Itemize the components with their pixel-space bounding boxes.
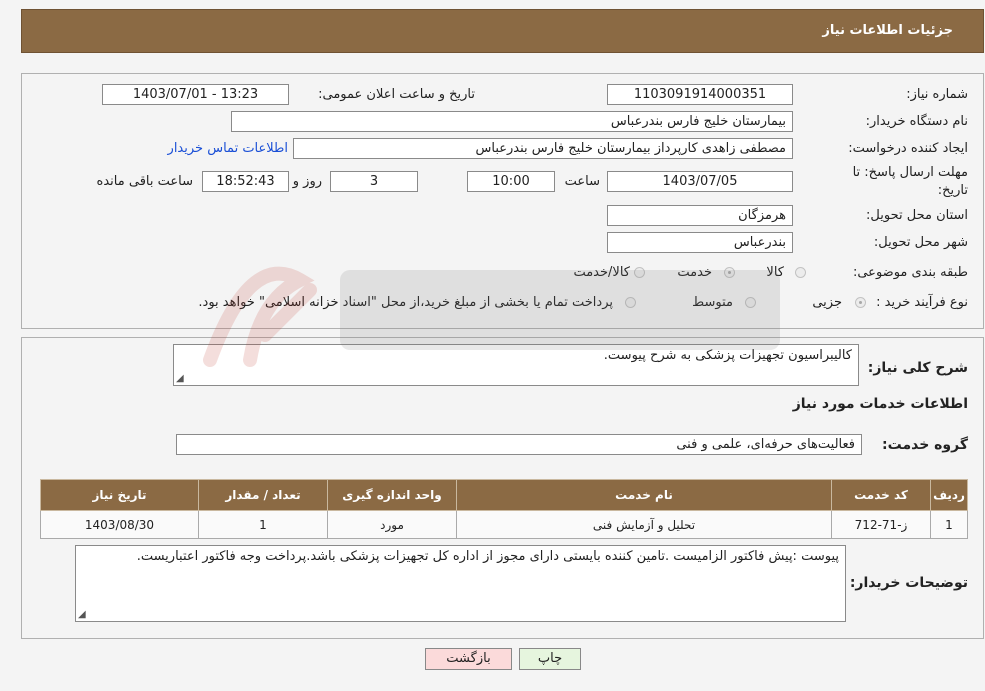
city-field[interactable]: بندرعباس (607, 232, 793, 253)
cell-service-name: تحلیل و آزمایش فنی (456, 510, 832, 539)
deadline-date-field[interactable]: 1403/07/05 (607, 171, 793, 192)
process-option-small-label: جزیی (812, 295, 842, 310)
category-option-goods-radio[interactable] (795, 267, 806, 278)
page-title: جزئیات اطلاعات نیاز (822, 23, 953, 38)
treasury-payment-checkbox[interactable] (625, 297, 636, 308)
province-label: استان محل تحویل: (866, 208, 968, 223)
col-header-unit: واحد اندازه گیری (327, 479, 457, 511)
service-group-field[interactable]: فعالیت‌های حرفه‌ای، علمی و فنی (176, 434, 862, 455)
col-header-need-date: تاریخ نیاز (40, 479, 199, 511)
process-option-small-radio[interactable] (855, 297, 866, 308)
buyer-notes-label: توضیحات خریدار: (849, 575, 968, 591)
category-option-goods-label: کالا (766, 265, 784, 280)
category-option-service-label: خدمت (677, 265, 712, 280)
services-table: ردیف کد خدمت نام خدمت واحد اندازه گیری ت… (40, 479, 968, 539)
summary-textarea[interactable]: کالیبراسیون تجهیزات پزشکی به شرح پیوست. … (173, 344, 859, 386)
table-header-row: ردیف کد خدمت نام خدمت واحد اندازه گیری ت… (40, 479, 968, 511)
service-group-label: گروه خدمت: (882, 437, 968, 453)
deadline-time-label: ساعت (564, 174, 600, 189)
remaining-time-field[interactable]: 18:52:43 (202, 171, 289, 192)
cell-service-code: ز-71-712 (831, 510, 931, 539)
process-type-label: نوع فرآیند خرید : (876, 295, 968, 310)
category-option-both-radio[interactable] (634, 267, 645, 278)
back-button[interactable]: بازگشت (425, 648, 512, 670)
category-option-service-radio[interactable] (724, 267, 735, 278)
col-header-quantity: تعداد / مقدار (198, 479, 328, 511)
cell-unit: مورد (327, 510, 457, 539)
col-header-service-name: نام خدمت (456, 479, 832, 511)
buyer-contact-link[interactable]: اطلاعات تماس خریدار (168, 141, 288, 156)
summary-label: شرح کلی نیاز: (867, 360, 968, 376)
days-label: روز و (292, 174, 322, 189)
buyer-org-field[interactable]: بیمارستان خلیج فارس بندرعباس (231, 111, 793, 132)
requester-field[interactable]: مصطفی زاهدی کارپرداز بیمارستان خلیج فارس… (293, 138, 793, 159)
need-number-label: شماره نیاز: (906, 87, 968, 102)
buyer-notes-text: پیوست :پیش فاکتور الزامیست .تامین کننده … (136, 549, 839, 564)
table-row: 1 ز-71-712 تحلیل و آزمایش فنی مورد 1 140… (40, 510, 968, 539)
print-button[interactable]: چاپ (519, 648, 581, 670)
cell-row-number: 1 (930, 510, 968, 539)
cell-quantity: 1 (198, 510, 328, 539)
deadline-label: مهلت ارسال پاسخ: تا تاریخ: (852, 165, 968, 198)
announce-date-label: تاریخ و ساعت اعلان عمومی: (318, 87, 475, 102)
treasury-payment-note: پرداخت تمام یا بخشی از مبلغ خرید،از محل … (198, 295, 613, 310)
resize-grip-icon[interactable]: ◢ (78, 610, 86, 620)
services-section-title: اطلاعات خدمات مورد نیاز (792, 396, 968, 412)
col-header-row-number: ردیف (930, 479, 968, 511)
remaining-time-label: ساعت باقی مانده (96, 174, 193, 189)
city-label: شهر محل تحویل: (873, 235, 968, 250)
province-field[interactable]: هرمزگان (607, 205, 793, 226)
category-option-both-label: کالا/خدمت (573, 265, 630, 280)
buyer-org-label: نام دستگاه خریدار: (865, 114, 968, 129)
buyer-notes-textarea[interactable]: پیوست :پیش فاکتور الزامیست .تامین کننده … (75, 545, 846, 622)
process-option-medium-label: متوسط (692, 295, 733, 310)
requester-label: ایجاد کننده درخواست: (848, 141, 968, 156)
col-header-service-code: کد خدمت (831, 479, 931, 511)
deadline-time-field[interactable]: 10:00 (467, 171, 555, 192)
cell-need-date: 1403/08/30 (40, 510, 199, 539)
page-header: جزئیات اطلاعات نیاز (21, 9, 984, 53)
summary-text: کالیبراسیون تجهیزات پزشکی به شرح پیوست. (603, 348, 852, 363)
resize-grip-icon[interactable]: ◢ (176, 374, 184, 384)
process-option-medium-radio[interactable] (745, 297, 756, 308)
days-field[interactable]: 3 (330, 171, 418, 192)
announce-date-value: 1403/07/01 - 13:23 (132, 87, 259, 102)
announce-date-field[interactable]: 1403/07/01 - 13:23 (102, 84, 289, 105)
category-label: طبقه بندی موضوعی: (852, 265, 968, 280)
need-number-field[interactable]: 1103091914000351 (607, 84, 793, 105)
